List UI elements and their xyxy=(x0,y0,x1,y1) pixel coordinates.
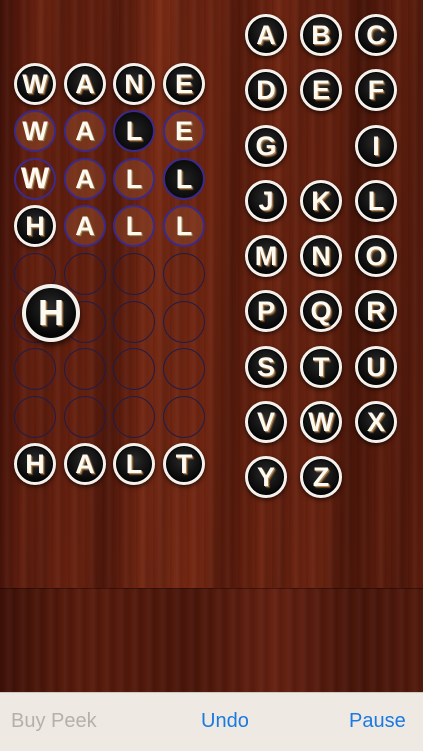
letter-key-t[interactable]: T xyxy=(300,346,342,388)
letter-key-y[interactable]: Y xyxy=(245,456,287,498)
ladder-tile[interactable]: L xyxy=(113,110,155,152)
undo-button[interactable]: Undo xyxy=(201,710,249,733)
letter-key-g[interactable]: G xyxy=(245,125,287,167)
letter-key-r[interactable]: R xyxy=(355,290,397,332)
letter-key-p[interactable]: P xyxy=(245,290,287,332)
letter-key-m[interactable]: M xyxy=(245,235,287,277)
letter-key-j[interactable]: J xyxy=(245,180,287,222)
ladder-tile[interactable]: L xyxy=(113,205,155,247)
letter-key-z[interactable]: Z xyxy=(300,456,342,498)
target-tile: T xyxy=(163,443,205,485)
empty-slot[interactable] xyxy=(113,348,155,390)
empty-slot[interactable] xyxy=(113,396,155,438)
buy-peek-button[interactable]: Buy Peek xyxy=(11,710,97,733)
letter-key-a[interactable]: A xyxy=(245,14,287,56)
board-lower-panel xyxy=(0,588,423,693)
ladder-tile[interactable]: A xyxy=(64,110,106,152)
letter-key-v[interactable]: V xyxy=(245,401,287,443)
ladder-tile[interactable]: A xyxy=(64,205,106,247)
ladder-tile[interactable]: W xyxy=(14,158,56,200)
empty-slot[interactable] xyxy=(64,253,106,295)
letter-key-n[interactable]: N xyxy=(300,235,342,277)
letter-key-e[interactable]: E xyxy=(300,69,342,111)
pause-button[interactable]: Pause xyxy=(349,710,406,733)
letter-key-k[interactable]: K xyxy=(300,180,342,222)
ladder-tile[interactable]: H xyxy=(14,205,56,247)
empty-slot[interactable] xyxy=(163,301,205,343)
letter-key-i[interactable]: I xyxy=(355,125,397,167)
letter-key-c[interactable]: C xyxy=(355,14,397,56)
ladder-tile[interactable]: E xyxy=(163,110,205,152)
ladder-tile[interactable]: L xyxy=(163,158,205,200)
letter-key-o[interactable]: O xyxy=(355,235,397,277)
empty-slot[interactable] xyxy=(113,253,155,295)
ladder-tile: A xyxy=(64,63,106,105)
letter-key-d[interactable]: D xyxy=(245,69,287,111)
letter-key-l[interactable]: L xyxy=(355,180,397,222)
empty-slot[interactable] xyxy=(163,396,205,438)
empty-slot[interactable] xyxy=(64,396,106,438)
ladder-tile[interactable]: W xyxy=(14,110,56,152)
empty-slot[interactable] xyxy=(163,253,205,295)
bottom-toolbar: Buy Peek Undo Pause xyxy=(0,692,423,751)
ladder-tile: N xyxy=(113,63,155,105)
letter-key-b[interactable]: B xyxy=(300,14,342,56)
empty-slot[interactable] xyxy=(163,348,205,390)
empty-slot[interactable] xyxy=(113,301,155,343)
letter-key-w[interactable]: W xyxy=(300,401,342,443)
target-tile: A xyxy=(64,443,106,485)
letter-key-q[interactable]: Q xyxy=(300,290,342,332)
target-tile: L xyxy=(113,443,155,485)
target-tile: H xyxy=(14,443,56,485)
ladder-tile: W xyxy=(14,63,56,105)
letter-key-x[interactable]: X xyxy=(355,401,397,443)
dragged-letter-tile[interactable]: H xyxy=(22,284,80,342)
empty-slot[interactable] xyxy=(14,348,56,390)
ladder-tile[interactable]: A xyxy=(64,158,106,200)
letter-key-s[interactable]: S xyxy=(245,346,287,388)
ladder-tile[interactable]: L xyxy=(113,158,155,200)
letter-key-u[interactable]: U xyxy=(355,346,397,388)
ladder-tile[interactable]: L xyxy=(163,205,205,247)
empty-slot[interactable] xyxy=(14,396,56,438)
empty-slot[interactable] xyxy=(64,348,106,390)
ladder-tile: E xyxy=(163,63,205,105)
letter-key-f[interactable]: F xyxy=(355,69,397,111)
